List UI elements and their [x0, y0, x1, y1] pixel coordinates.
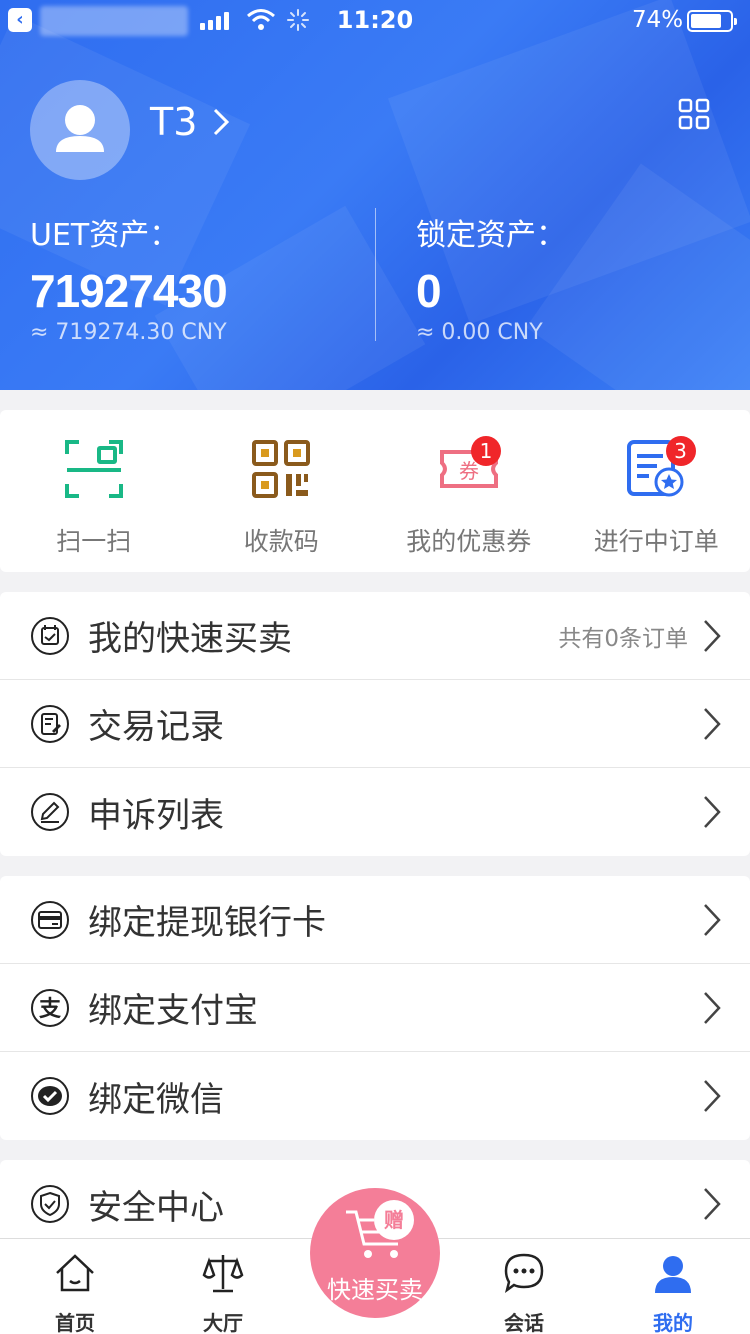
menu-item-label: 绑定提现银行卡 [88, 903, 326, 943]
order-count-badge: 3 [665, 436, 696, 466]
quick-action-label: 我的优惠券 [406, 527, 532, 556]
home-icon [56, 1254, 94, 1292]
scale-icon [202, 1255, 244, 1293]
menu-item-label: 我的快速买卖 [88, 619, 292, 659]
bank-card-icon [31, 901, 69, 939]
gift-badge: 赠 [374, 1200, 414, 1240]
username: T3 [150, 100, 198, 144]
user-silhouette-icon [56, 105, 104, 152]
calendar-check-icon [31, 617, 69, 655]
quick-action-active-orders[interactable]: 3 进行中订单 [563, 410, 750, 572]
tab-home[interactable]: 首页 [0, 1239, 150, 1334]
uet-asset-amount: 71927430 [30, 265, 228, 317]
chevron-right-icon [704, 708, 721, 740]
account-header: ‹ 11:20 74% T3 UET资产： 71927430 ≈ 719274.… [0, 0, 750, 390]
pen-icon [31, 793, 69, 831]
menu-item-label: 绑定支付宝 [88, 991, 258, 1031]
tab-chat[interactable]: 会话 [449, 1239, 599, 1334]
chevron-right-icon [214, 108, 230, 136]
tab-label: 首页 [55, 1311, 95, 1334]
qr-code-icon [252, 440, 311, 498]
shield-icon [31, 1185, 69, 1223]
chevron-right-icon [704, 620, 721, 652]
quick-action-label: 收款码 [243, 527, 319, 556]
battery-percent: 74% [632, 7, 684, 33]
chevron-right-icon [704, 1080, 721, 1112]
quick-trade-label: 快速买卖 [327, 1276, 423, 1304]
quick-action-scan[interactable]: 扫一扫 [0, 410, 188, 572]
uet-asset-cny: ≈ 719274.30 CNY [30, 320, 227, 345]
tab-label: 我的 [653, 1311, 693, 1334]
menu-item-label: 交易记录 [88, 707, 224, 747]
quick-action-label: 扫一扫 [56, 527, 132, 556]
chevron-right-icon [704, 992, 721, 1024]
menu-item-bind-wechat[interactable]: 绑定微信 [0, 1052, 750, 1140]
avatar[interactable] [30, 80, 130, 180]
quick-actions: 扫一扫 收款码 券 1 我的优惠券 3 进行中订单 [0, 410, 750, 572]
menu-group-binding: 绑定提现银行卡 支 绑定支付宝 绑定微信 [0, 876, 750, 1140]
chat-icon [504, 1253, 544, 1293]
quick-action-payment-code[interactable]: 收款码 [188, 410, 376, 572]
menu-item-label: 安全中心 [88, 1187, 224, 1228]
menu-item-label: 申诉列表 [88, 795, 224, 836]
chevron-right-icon [704, 904, 721, 936]
chevron-right-icon [704, 796, 721, 828]
locked-asset: 锁定资产： 0 ≈ 0.00 CNY [416, 210, 566, 345]
menu-item-appeals[interactable]: 申诉列表 [0, 768, 750, 856]
tab-label: 大厅 [203, 1311, 243, 1334]
tab-label: 会话 [504, 1311, 544, 1334]
quick-action-coupons[interactable]: 券 1 我的优惠券 [375, 410, 563, 572]
menu-item-trade-records[interactable]: 交易记录 [0, 680, 750, 768]
wechat-check-icon [31, 1077, 69, 1115]
menu-item-bind-bank-card[interactable]: 绑定提现银行卡 [0, 876, 750, 964]
uet-asset-label: UET资产： [30, 218, 180, 253]
grid-menu-icon[interactable] [678, 98, 710, 130]
locked-asset-cny: ≈ 0.00 CNY [416, 320, 543, 345]
chevron-right-icon [704, 1188, 721, 1220]
locked-asset-amount: 0 [416, 265, 442, 317]
quick-trade-button[interactable]: 赠 快速买卖 [310, 1188, 440, 1318]
status-bar: ‹ 11:20 74% [0, 0, 750, 44]
menu-item-bind-alipay[interactable]: 支 绑定支付宝 [0, 964, 750, 1052]
scan-icon [64, 440, 123, 498]
battery-icon [687, 10, 737, 32]
tab-mine[interactable]: 我的 [598, 1239, 748, 1334]
menu-item-quick-trade[interactable]: 我的快速买卖 共有0条订单 [0, 592, 750, 680]
alipay-icon-text: 支 [39, 997, 62, 1022]
user-icon [655, 1256, 691, 1293]
record-icon [31, 705, 69, 743]
tab-hall[interactable]: 大厅 [148, 1239, 298, 1334]
menu-item-label: 绑定微信 [88, 1079, 224, 1120]
uet-asset: UET资产： 71927430 ≈ 719274.30 CNY [30, 210, 228, 345]
coupon-count-badge: 1 [471, 436, 501, 466]
username-link[interactable]: T3 [150, 100, 230, 144]
menu-group-trading: 我的快速买卖 共有0条订单 交易记录 申诉列表 [0, 592, 750, 856]
order-count-text: 共有0条订单 [558, 625, 688, 652]
asset-divider [375, 208, 376, 341]
quick-action-label: 进行中订单 [593, 527, 719, 556]
alipay-icon: 支 [31, 989, 69, 1027]
locked-asset-label: 锁定资产： [416, 218, 566, 253]
